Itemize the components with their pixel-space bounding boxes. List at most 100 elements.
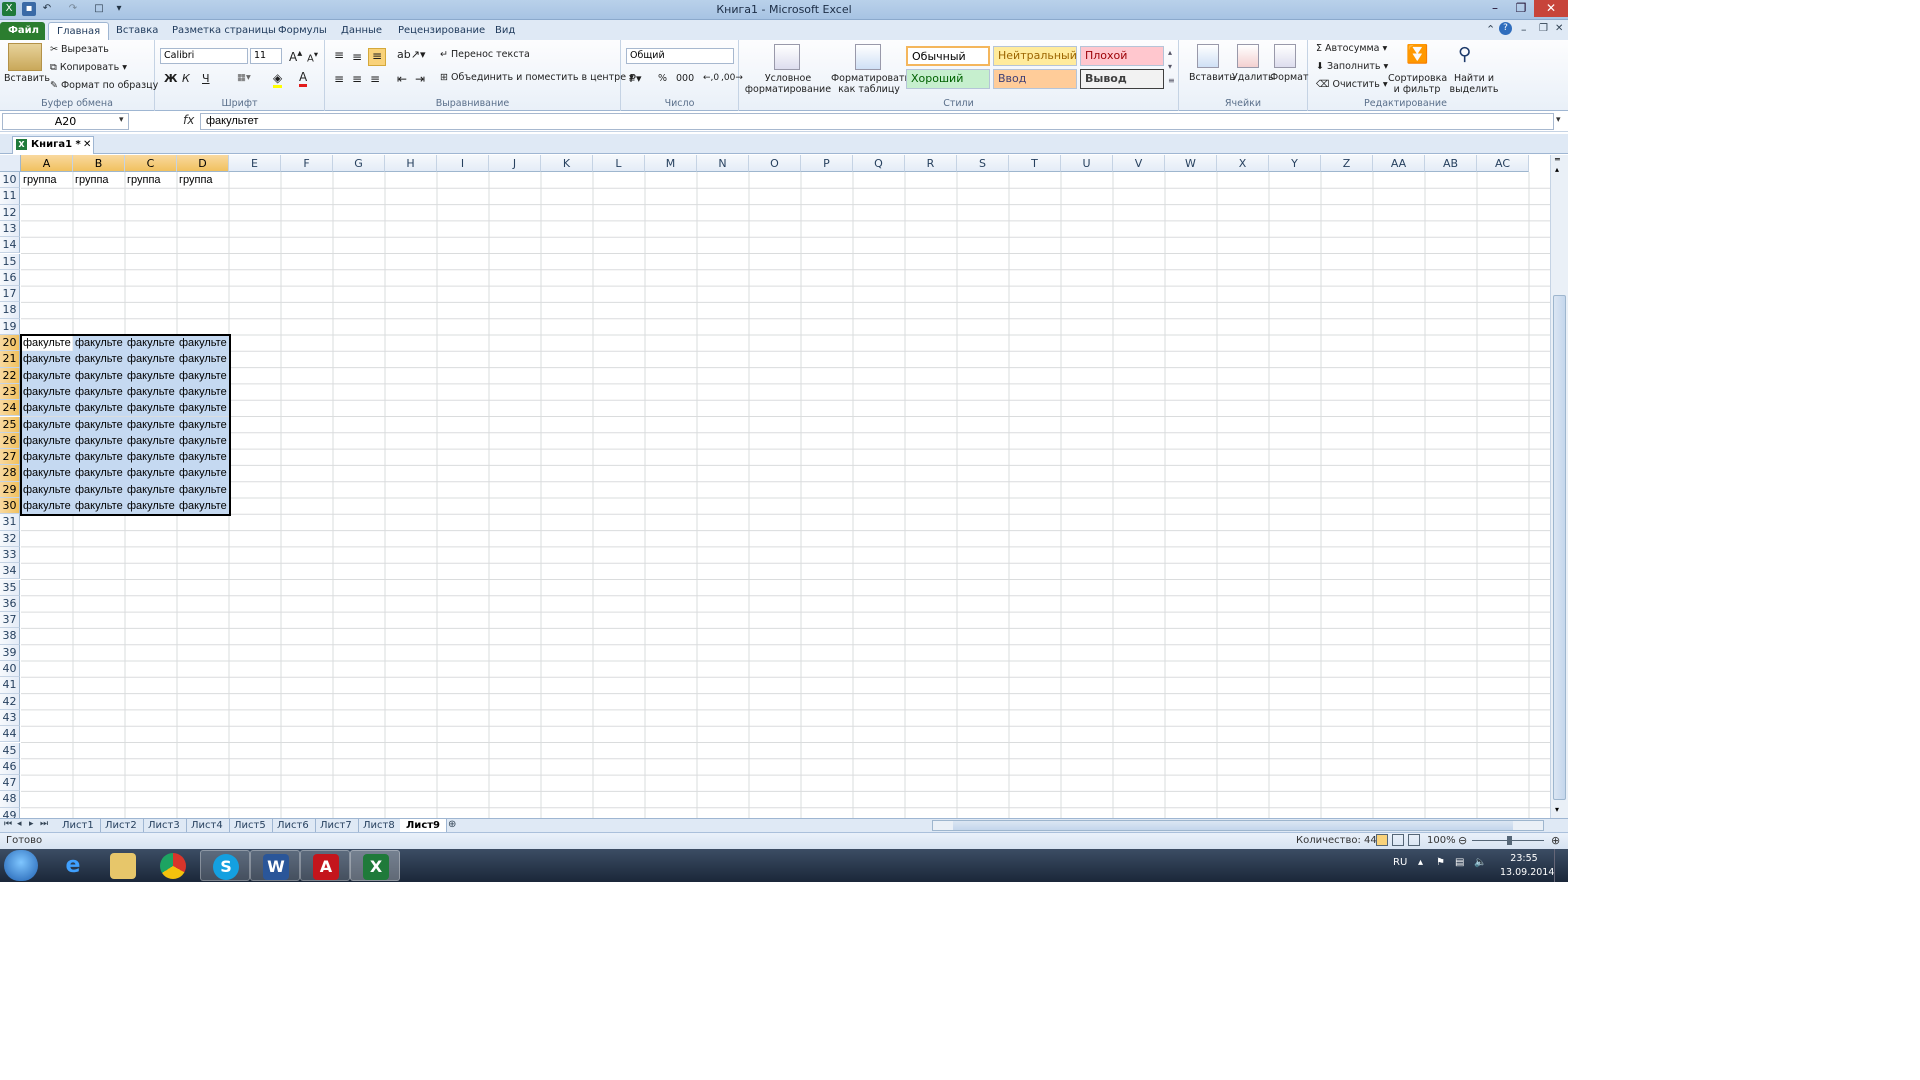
percent-button[interactable]: % — [658, 73, 667, 84]
number-format-combo[interactable]: Общий — [626, 48, 734, 64]
workbook-tab[interactable]: X Книга1 * ✕ — [12, 136, 94, 154]
paste-button[interactable]: Вставить — [4, 73, 50, 84]
align-right-icon[interactable]: ≡ — [370, 72, 380, 86]
align-bottom-icon[interactable]: ≡ — [368, 48, 386, 66]
format-cells-button[interactable]: Формат — [1270, 72, 1309, 83]
style-good[interactable]: Хороший — [906, 69, 990, 89]
sheet-tab-2[interactable]: Лист2 — [99, 819, 144, 833]
page-break-view-icon[interactable] — [1408, 834, 1420, 846]
sheet-tab-6[interactable]: Лист6 — [271, 819, 316, 833]
font-color-icon[interactable]: A — [299, 70, 308, 87]
italic-button[interactable]: К — [182, 72, 190, 85]
find-select-button[interactable]: Найти и выделить — [1448, 73, 1500, 95]
tab-insert[interactable]: Вставка — [108, 22, 166, 40]
format-as-table-button[interactable]: Форматировать как таблицу — [831, 73, 910, 95]
tab-page-layout[interactable]: Разметка страницы — [164, 22, 284, 40]
vertical-scroll-thumb[interactable] — [1553, 295, 1566, 800]
format-cells-icon[interactable] — [1274, 44, 1296, 68]
name-box-dropdown-icon[interactable]: ▾ — [119, 115, 124, 125]
taskbar-skype[interactable]: S — [200, 850, 250, 881]
zoom-slider-thumb[interactable] — [1507, 836, 1512, 845]
workbook-restore-icon[interactable]: ❐ — [1539, 23, 1548, 34]
underline-button[interactable]: Ч — [202, 72, 210, 85]
align-middle-icon[interactable]: ≡ — [352, 50, 362, 64]
network-icon[interactable]: ▤ — [1455, 857, 1464, 868]
sheet-tab-7[interactable]: Лист7 — [314, 819, 359, 833]
first-sheet-icon[interactable]: ⏮ — [4, 819, 12, 829]
delete-cells-icon[interactable] — [1237, 44, 1259, 68]
insert-function-icon[interactable]: fx — [183, 113, 194, 127]
tab-formulas[interactable]: Формулы — [270, 22, 335, 40]
taskbar-word[interactable]: W — [250, 850, 300, 881]
style-normal[interactable]: Обычный — [906, 46, 990, 66]
decrease-indent-icon[interactable]: ⇤ — [397, 72, 407, 86]
grow-font-icon[interactable]: A▴ — [289, 48, 302, 64]
tab-data[interactable]: Данные — [333, 22, 390, 40]
increase-decimal-icon[interactable]: ←,0 — [703, 73, 719, 83]
merge-center-button[interactable]: ⊞ Объединить и поместить в центре ▾ — [440, 72, 634, 83]
split-box-icon[interactable]: ═ — [1555, 155, 1560, 164]
sheet-tab-5[interactable]: Лист5 — [228, 819, 273, 833]
cut-button[interactable]: ✂ Вырезать — [50, 44, 109, 55]
fill-color-icon[interactable]: ◈ — [273, 71, 283, 88]
last-sheet-icon[interactable]: ⏭ — [40, 819, 48, 829]
font-size-combo[interactable]: 11 — [250, 48, 282, 64]
taskbar-acrobat[interactable]: A — [300, 850, 350, 881]
language-indicator[interactable]: RU — [1393, 857, 1407, 868]
align-center-icon[interactable]: ≡ — [352, 72, 362, 86]
align-left-icon[interactable]: ≡ — [334, 72, 344, 86]
taskbar-excel[interactable]: X — [350, 850, 400, 881]
name-box[interactable]: A20 — [2, 113, 129, 130]
bold-button[interactable]: Ж — [164, 72, 177, 85]
paste-icon[interactable] — [8, 43, 42, 71]
expand-formula-icon[interactable]: ▾ — [1556, 115, 1561, 125]
zoom-out-icon[interactable]: ⊖ — [1458, 833, 1467, 849]
format-painter-button[interactable]: ✎ Формат по образцу — [50, 80, 158, 91]
clock-date[interactable]: 13.09.2014 — [1500, 867, 1554, 878]
delete-cells-button[interactable]: Удалить — [1232, 72, 1274, 83]
copy-button[interactable]: ⧉ Копировать ▾ — [50, 62, 127, 73]
sheet-tab-9[interactable]: Лист9 — [400, 819, 447, 833]
fill-button[interactable]: ⬇ Заполнить ▾ — [1316, 61, 1388, 72]
cell-d10[interactable]: группа — [177, 172, 229, 188]
cell-c10[interactable]: группа — [125, 172, 177, 188]
horizontal-scrollbar[interactable] — [932, 820, 1544, 831]
clear-button[interactable]: ⌫ Очистить ▾ — [1316, 79, 1388, 90]
action-center-flag-icon[interactable]: ⚑ — [1436, 857, 1445, 868]
conditional-formatting-icon[interactable] — [774, 44, 800, 70]
zoom-in-icon[interactable]: ⊕ — [1551, 833, 1560, 849]
ribbon-minimize-icon[interactable]: ⌃ — [1486, 23, 1495, 36]
increase-indent-icon[interactable]: ⇥ — [415, 72, 425, 86]
workbook-close-icon[interactable]: ✕ — [1555, 23, 1563, 34]
sort-filter-button[interactable]: Сортировка и фильтр — [1388, 73, 1447, 95]
show-desktop-button[interactable] — [1554, 849, 1568, 882]
restore-icon[interactable]: ❐ — [1508, 0, 1534, 17]
vertical-scrollbar[interactable]: ═ ▴ ▾ — [1550, 155, 1568, 818]
style-input[interactable]: Ввод — [993, 69, 1077, 89]
format-as-table-icon[interactable] — [855, 44, 881, 70]
normal-view-icon[interactable] — [1376, 834, 1388, 846]
taskbar-explorer[interactable] — [98, 850, 148, 881]
taskbar-chrome[interactable] — [148, 850, 198, 881]
clock-time[interactable]: 23:55 — [1500, 853, 1548, 864]
style-neutral[interactable]: Нейтральный — [993, 46, 1077, 66]
currency-icon[interactable]: ₽▾ — [629, 72, 642, 85]
tab-view[interactable]: Вид — [487, 22, 523, 40]
wrap-text-button[interactable]: ↵ Перенос текста — [440, 49, 530, 60]
align-top-icon[interactable]: ≡ — [334, 48, 344, 62]
cell-b10[interactable]: группа — [73, 172, 125, 188]
style-output[interactable]: Вывод — [1080, 69, 1164, 89]
sheet-tab-3[interactable]: Лист3 — [142, 819, 187, 833]
volume-icon[interactable]: 🔈 — [1474, 857, 1486, 868]
horizontal-scroll-thumb[interactable] — [953, 821, 1513, 830]
workbook-tab-close-icon[interactable]: ✕ — [83, 137, 91, 153]
style-bad[interactable]: Плохой — [1080, 46, 1164, 66]
orientation-icon[interactable]: ab↗▾ — [397, 48, 425, 61]
scroll-down-icon[interactable]: ▾ — [1555, 805, 1559, 814]
sort-filter-icon[interactable]: ⏬ — [1406, 44, 1428, 65]
formula-input[interactable]: факультет — [200, 113, 1554, 130]
font-name-combo[interactable]: Calibri — [160, 48, 248, 64]
workbook-minimize-icon[interactable]: – — [1521, 23, 1527, 36]
cell-a10[interactable]: группа — [21, 172, 73, 188]
insert-cells-button[interactable]: Вставить — [1189, 72, 1235, 83]
